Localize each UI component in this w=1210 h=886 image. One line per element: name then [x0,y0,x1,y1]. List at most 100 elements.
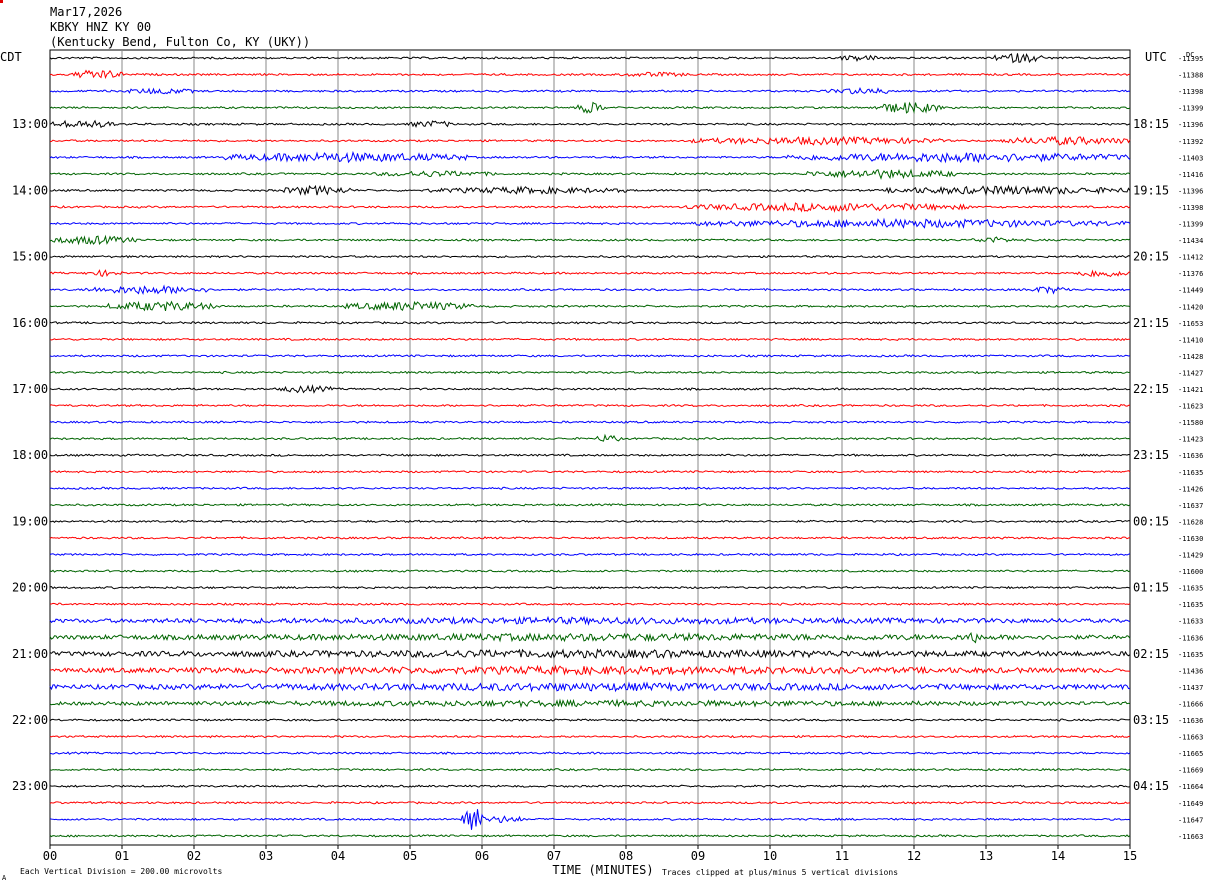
x-tick-label: 08 [619,849,633,863]
seismic-trace [49,86,1131,95]
x-tick-label: 13 [979,849,993,863]
seismic-trace [49,453,1131,457]
seismic-trace [49,254,1131,259]
dc-offset-label: -11428 [1178,353,1203,361]
dc-offset-label: -11636 [1178,717,1203,725]
seismic-trace [49,800,1131,805]
dc-offset-label: -11628 [1178,518,1203,526]
x-tick-label: 11 [835,849,849,863]
left-timezone-label: CDT [0,50,22,64]
seismic-trace [49,184,1131,197]
left-hour-label: 14:00 [12,183,48,197]
seismic-trace [49,615,1131,626]
dc-offset-label: -11636 [1178,634,1203,642]
seismic-trace [49,519,1131,523]
dc-offset-label: -11392 [1178,138,1203,146]
left-hour-label: 16:00 [12,316,48,330]
seismic-trace [49,337,1130,342]
seismic-trace [50,602,1131,606]
seismic-trace [49,809,1131,830]
x-tick-label: 15 [1123,849,1137,863]
seismic-trace [49,234,1131,246]
x-tick-label: 03 [259,849,273,863]
dc-offset-label: -11395 [1178,55,1203,63]
dc-offset-label: -11666 [1178,700,1203,708]
left-hour-label: 21:00 [12,647,48,661]
x-tick-label: 05 [403,849,417,863]
dc-offset-label: -11665 [1178,750,1203,758]
x-tick-label: 09 [691,849,705,863]
dc-offset-label: -11423 [1178,436,1203,444]
seismic-trace [49,767,1131,772]
right-hour-label: 03:15 [1133,713,1169,727]
seismic-trace [49,201,1131,213]
x-tick-label: 10 [763,849,777,863]
seismic-trace [49,53,1131,64]
dc-offset-label: -11388 [1178,72,1203,80]
dc-offset-label: -11412 [1178,254,1203,262]
x-tick-label: 12 [907,849,921,863]
seismic-trace [49,698,1131,709]
left-hour-label: 18:00 [12,448,48,462]
left-hour-label: 17:00 [12,382,48,396]
seismic-trace [49,433,1131,442]
dc-offset-label: -11647 [1178,816,1203,824]
seismic-trace [49,681,1131,693]
seismic-trace [49,503,1131,507]
dc-offset-label: -11649 [1178,800,1203,808]
right-hour-label: 21:15 [1133,316,1169,330]
dc-offset-label: -11399 [1178,105,1203,113]
left-hour-label: 20:00 [12,581,48,595]
left-hour-label: 22:00 [12,713,48,727]
dc-offset-label: -11635 [1178,601,1203,609]
seismic-trace [49,150,1131,164]
left-hour-label: 19:00 [12,514,48,528]
clip-note: Traces clipped at plus/minus 5 vertical … [662,868,898,877]
right-hour-label: 01:15 [1133,581,1169,595]
dc-offset-label: -11434 [1178,237,1203,245]
left-hour-label: 15:00 [12,250,48,264]
seismic-trace [49,383,1131,394]
right-hour-label: 20:15 [1133,250,1169,264]
left-hour-label: 23:00 [12,779,48,793]
x-tick-label: 04 [331,849,345,863]
dc-offset-label: -11420 [1178,303,1203,311]
dc-offset-label: -11630 [1178,535,1203,543]
x-tick-label: 07 [547,849,561,863]
seismic-trace [49,135,1131,147]
dc-offset-label: -11664 [1178,783,1203,791]
x-tick-label: 02 [187,849,201,863]
x-tick-label: 14 [1051,849,1065,863]
helicorder-plot: 00 01 02 03 04 05 06 07 08 09 10 11 12 13 14 15 TIME (MI… [0,49,1203,882]
seismic-trace [49,168,1131,180]
seismic-trace [49,217,1131,229]
seismic-trace [49,486,1131,491]
seismic-trace [49,648,1131,660]
dc-offset-label: -11636 [1178,452,1203,460]
dc-offset-label: -11437 [1178,684,1203,692]
dc-offset-label: -11398 [1178,88,1203,96]
seismic-trace [49,569,1131,573]
right-hour-label: 00:15 [1133,514,1169,528]
dc-offset-label: -11421 [1178,386,1203,394]
footer-mark: A [2,874,7,882]
x-tick-label: 00 [43,849,57,863]
seismic-trace [49,119,1131,129]
dc-offset-label: -11635 [1178,651,1203,659]
right-hour-label: 02:15 [1133,647,1169,661]
dc-offset-label: -11436 [1178,667,1203,675]
left-hour-label: 13:00 [12,117,48,131]
right-hour-label: 19:15 [1133,183,1169,197]
seismic-trace [49,69,1130,80]
x-tick-label: 01 [115,849,129,863]
x-axis-title: TIME (MINUTES) [552,863,653,877]
dc-offset-label: -11426 [1178,485,1203,493]
seismic-trace [49,101,1131,114]
seismic-trace [49,718,1131,722]
seismic-trace [49,552,1131,557]
seismic-trace [49,420,1131,424]
dc-offset-label: -11669 [1178,767,1203,775]
seismic-trace [49,664,1131,677]
seismic-trace [49,284,1131,296]
seismic-trace [49,751,1131,755]
